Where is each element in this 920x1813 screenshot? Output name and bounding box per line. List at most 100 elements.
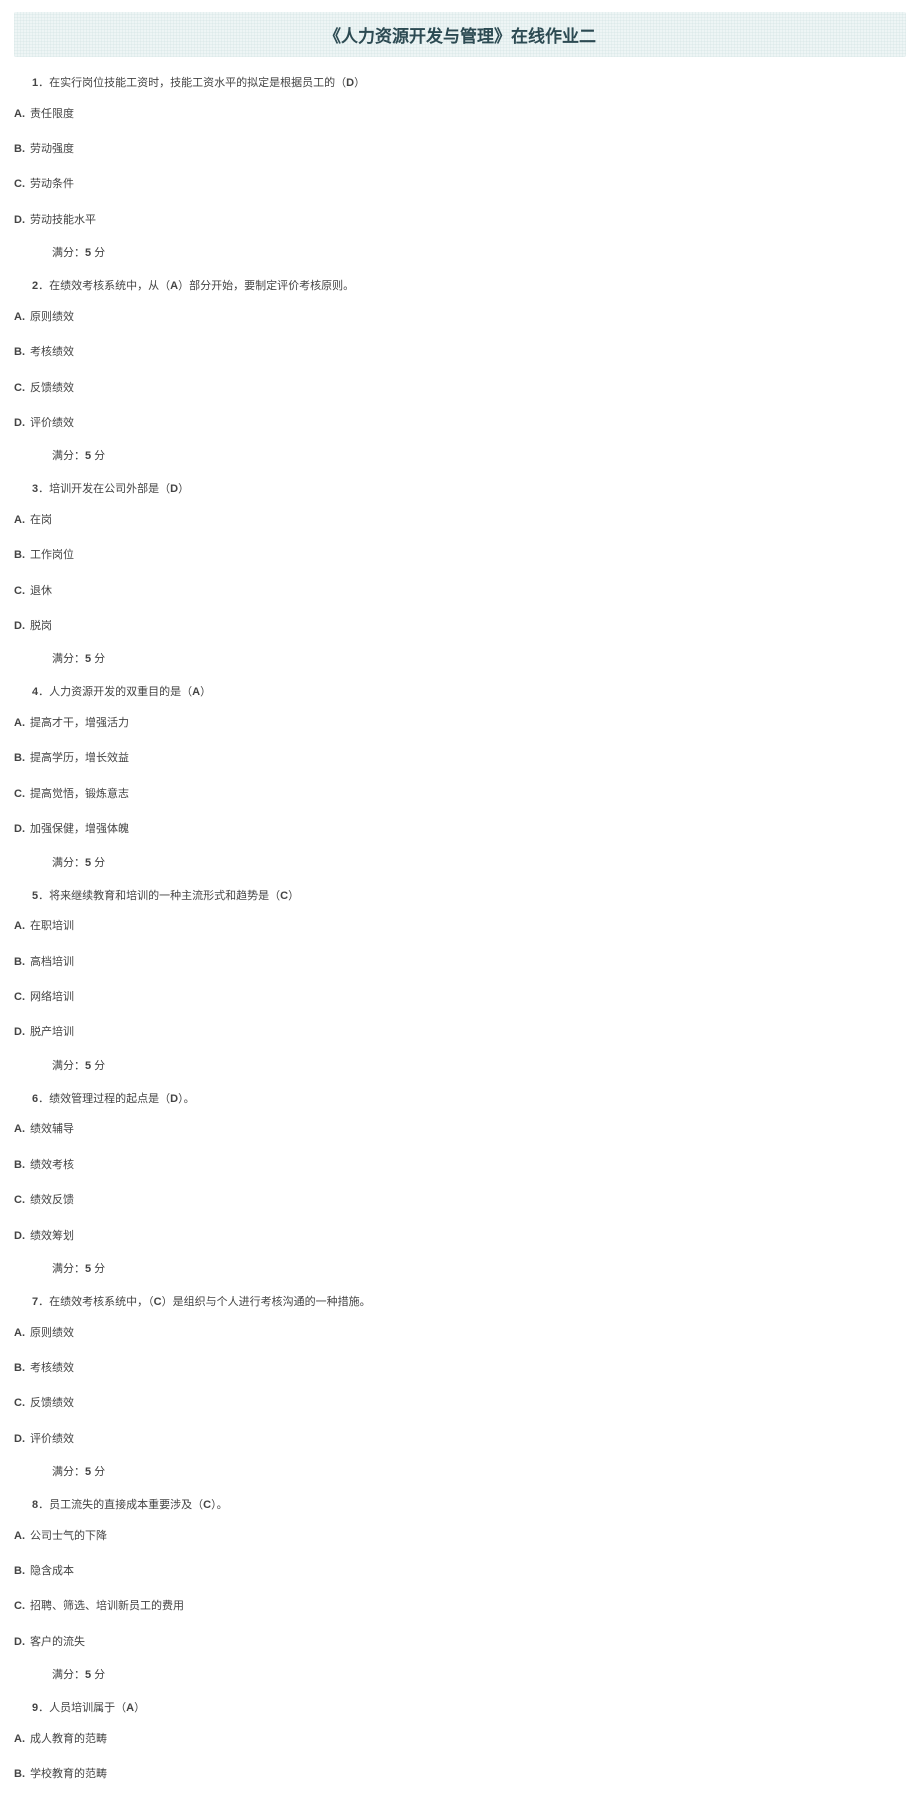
question-text-before: ．绩效管理过程的起点是（	[38, 1093, 170, 1105]
option-text: 脱岗	[27, 620, 52, 632]
question-answer: C	[203, 1499, 211, 1511]
question-text-before: ．将来继续教育和培训的一种主流形式和趋势是（	[38, 890, 280, 902]
option-text: 公司士气的下降	[27, 1530, 107, 1542]
option-row: C. 招聘、筛选、培训新员工的费用	[14, 1589, 906, 1624]
option-row: D. 脱产培训	[14, 1015, 906, 1050]
score-suffix: 分	[91, 1263, 105, 1275]
score-suffix: 分	[91, 247, 105, 259]
option-text: 绩效筹划	[27, 1230, 74, 1242]
option-text: 责任限度	[27, 108, 74, 120]
question-text-after: ）	[200, 686, 211, 698]
option-letter: A.	[14, 1327, 25, 1339]
option-row: A. 公司士气的下降	[14, 1519, 906, 1554]
questions-container: 1．在实行岗位技能工资时，技能工资水平的拟定是根据员工的（D） A. 责任限度 B.…	[14, 71, 906, 1793]
question-block: 2．在绩效考核系统中，从（A）部分开始，要制定评价考核原则。A. 原则绩效B. …	[14, 274, 906, 469]
question-text-after: ）是组织与个人进行考核沟通的一种措施。	[162, 1296, 371, 1308]
option-row: D. 评价绩效	[14, 1422, 906, 1457]
score-prefix: 满分：	[52, 653, 85, 665]
option-text: 评价绩效	[27, 417, 74, 429]
option-letter: A.	[14, 108, 25, 120]
option-letter: D.	[14, 823, 25, 835]
option-row: A. 在岗	[14, 503, 906, 538]
question-text: 2．在绩效考核系统中，从（A）部分开始，要制定评价考核原则。	[14, 274, 906, 300]
question-text-after: ）部分开始，要制定评价考核原则。	[178, 280, 354, 292]
option-row: D. 加强保健，增强体魄	[14, 812, 906, 847]
question-text-after: ）	[288, 890, 299, 902]
score-suffix: 分	[91, 1060, 105, 1072]
question-block: 7．在绩效考核系统中，（C）是组织与个人进行考核沟通的一种措施。A. 原则绩效B…	[14, 1290, 906, 1485]
score-prefix: 满分：	[52, 247, 85, 259]
option-letter: D.	[14, 214, 25, 226]
option-letter: D.	[14, 417, 25, 429]
option-text: 绩效考核	[27, 1159, 74, 1171]
option-letter: B.	[14, 549, 25, 561]
option-text: 劳动强度	[27, 143, 74, 155]
question-text-after: ）。	[178, 1093, 195, 1105]
question-text-before: ．人力资源开发的双重目的是（	[38, 686, 192, 698]
option-text: 考核绩效	[27, 1362, 74, 1374]
page-title-bar: 《人力资源开发与管理》在线作业二	[14, 12, 906, 57]
option-text: 高档培训	[27, 956, 74, 968]
score-suffix: 分	[91, 1466, 105, 1478]
option-text: 反馈绩效	[27, 1397, 74, 1409]
question-answer: C	[280, 890, 288, 902]
option-text: 工作岗位	[27, 549, 74, 561]
question-text: 8．员工流失的直接成本重要涉及（C）。	[14, 1493, 906, 1519]
option-row: B. 隐含成本	[14, 1554, 906, 1589]
option-letter: A.	[14, 1123, 25, 1135]
question-text-after: ）	[354, 77, 365, 89]
score-line: 满分：5 分	[14, 1254, 906, 1282]
question-block: 5．将来继续教育和培训的一种主流形式和趋势是（C）A. 在职培训B. 高档培训 C…	[14, 884, 906, 1079]
option-text: 脱产培训	[27, 1026, 74, 1038]
question-text-after: ）	[178, 483, 189, 495]
question-block: 1．在实行岗位技能工资时，技能工资水平的拟定是根据员工的（D）A. 责任限度B.…	[14, 71, 906, 266]
option-letter: D.	[14, 1230, 25, 1242]
score-line: 满分：5 分	[14, 238, 906, 266]
question-text-before: ．在实行岗位技能工资时，技能工资水平的拟定是根据员工的（	[38, 77, 346, 89]
option-text: 提高学历，增长效益	[27, 752, 129, 764]
option-text: 绩效辅导	[27, 1123, 74, 1135]
question-text: 1．在实行岗位技能工资时，技能工资水平的拟定是根据员工的（D）	[14, 71, 906, 97]
option-letter: D.	[14, 1636, 25, 1648]
question-text: 9．人员培训属于（A）	[14, 1696, 906, 1722]
option-letter: A.	[14, 311, 25, 323]
score-prefix: 满分：	[52, 1060, 85, 1072]
option-text: 在岗	[27, 514, 52, 526]
question-block: 4．人力资源开发的双重目的是（A）A. 提高才干，增强活力B. 提高学历，增长效…	[14, 680, 906, 875]
option-text: 提高觉悟，锻炼意志	[27, 788, 129, 800]
option-letter: C.	[14, 1397, 25, 1409]
question-text: 4．人力资源开发的双重目的是（A）	[14, 680, 906, 706]
option-text: 加强保健，增强体魄	[27, 823, 129, 835]
question-text-after: ）。	[211, 1499, 228, 1511]
page-title: 《人力资源开发与管理》在线作业二	[14, 22, 906, 47]
question-answer: D	[170, 1093, 178, 1105]
option-text: 隐含成本	[27, 1565, 74, 1577]
question-text: 3．培训开发在公司外部是（D）	[14, 477, 906, 503]
score-line: 满分：5 分	[14, 848, 906, 876]
option-letter: C.	[14, 991, 25, 1003]
option-text: 学校教育的范畴	[27, 1768, 107, 1780]
option-row: A. 原则绩效	[14, 1316, 906, 1351]
question-answer: A	[170, 280, 178, 292]
option-text: 评价绩效	[27, 1433, 74, 1445]
option-letter: C.	[14, 585, 25, 597]
option-row: A. 在职培训	[14, 909, 906, 944]
option-row: B. 提高学历，增长效益	[14, 741, 906, 776]
question-text: 5．将来继续教育和培训的一种主流形式和趋势是（C）	[14, 884, 906, 910]
option-letter: A.	[14, 1733, 25, 1745]
option-row: B. 绩效考核	[14, 1148, 906, 1183]
option-text: 成人教育的范畴	[27, 1733, 107, 1745]
option-row: C. 反馈绩效	[14, 1386, 906, 1421]
score-prefix: 满分：	[52, 1466, 85, 1478]
option-letter: B.	[14, 346, 25, 358]
option-row: B. 高档培训	[14, 945, 906, 980]
question-text: 6．绩效管理过程的起点是（D）。	[14, 1087, 906, 1113]
question-text-before: ．在绩效考核系统中，（	[38, 1296, 154, 1308]
option-text: 劳动技能水平	[27, 214, 96, 226]
option-text: 考核绩效	[27, 346, 74, 358]
option-row: C. 绩效反馈	[14, 1183, 906, 1218]
score-prefix: 满分：	[52, 1669, 85, 1681]
question-text-before: ．培训开发在公司外部是（	[38, 483, 170, 495]
score-line: 满分：5 分	[14, 1051, 906, 1079]
option-letter: A.	[14, 717, 25, 729]
